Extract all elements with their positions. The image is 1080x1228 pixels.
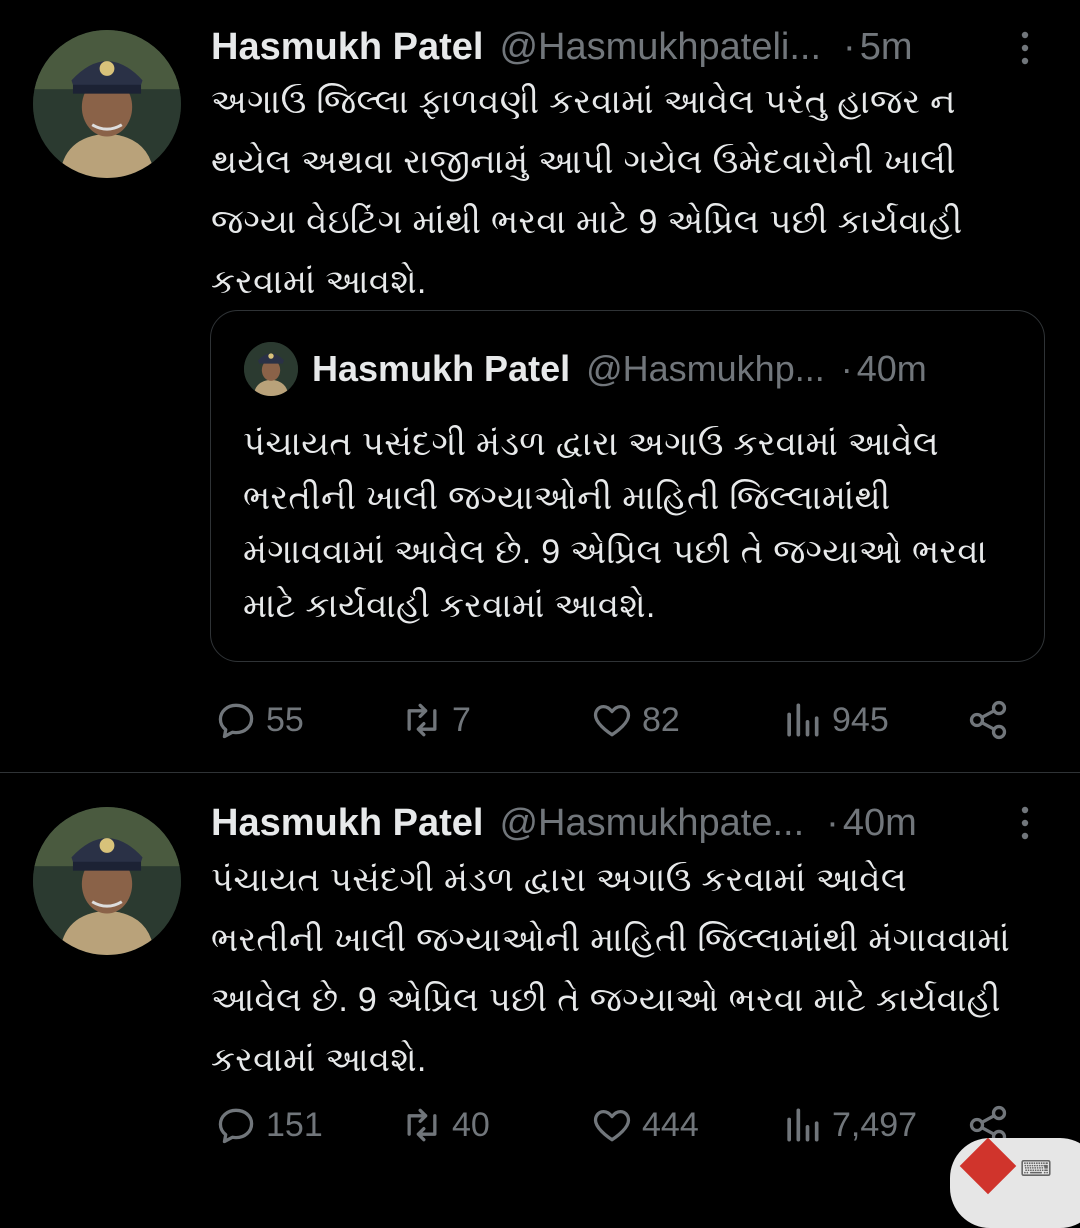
author-handle: @Hasmukhp... [586,348,825,389]
timestamp[interactable]: 40m [843,802,917,845]
timestamp[interactable]: 5m [860,26,913,69]
tweet-text: પંચાયત પસંદગી મંડળ દ્વારા અગાઉ કરવામાં આ… [211,861,1010,1079]
reply-button[interactable]: 151 [214,1100,323,1150]
share-icon [969,700,1007,740]
retweet-count: 40 [452,1105,490,1144]
like-button[interactable]: 82 [590,695,680,745]
views-count: 945 [832,700,889,739]
views-button[interactable]: 945 [780,695,889,745]
views-button[interactable]: 7,497 [780,1100,917,1150]
retweet-icon [407,1108,437,1142]
like-count: 82 [642,700,680,739]
author-name[interactable]: Hasmukh Patel [211,26,483,69]
fab-accent [959,1138,1017,1195]
more-icon[interactable] [1018,805,1032,841]
avatar[interactable] [33,30,181,178]
author-handle[interactable]: @Hasmukhpateli... [499,26,821,69]
avatar[interactable] [33,807,181,955]
heart-icon [593,704,631,737]
views-icon [787,1108,819,1142]
timestamp: 40m [856,348,927,389]
retweet-button[interactable]: 40 [400,1100,490,1150]
quoted-tweet[interactable]: Hasmukh Patel @Hasmukhp... · 40m પંચાયત … [210,310,1045,662]
views-count: 7,497 [832,1105,918,1144]
views-icon [787,703,819,737]
retweet-button[interactable]: 7 [400,695,471,745]
share-button[interactable] [966,695,1010,745]
separator-dot: · [840,348,853,389]
separator-dot: · [843,25,856,68]
tweet-text: અગાઉ જિલ્લા ફાળવણી કરવામાં આવેલ પરંતુ હા… [211,83,963,301]
reply-count: 151 [266,1105,323,1144]
tweet-actions: 151 40 444 7,497 [0,1100,1080,1150]
reply-count: 55 [266,700,304,739]
quote-text: પંચાયત પસંદગી મંડળ દ્વારા અગાઉ કરવામાં આ… [243,425,988,625]
keyboard-icon: ⌨ [1020,1156,1052,1181]
reply-icon [218,703,254,739]
more-icon[interactable] [1018,30,1032,66]
avatar[interactable] [244,342,298,396]
retweet-icon [407,703,437,737]
floating-keyboard-button[interactable]: ⌨ [950,1138,1080,1228]
author-name: Hasmukh Patel [312,348,571,389]
tweet[interactable]: Hasmukh Patel @Hasmukhpate... · 40m પંચા… [0,773,1080,1187]
author-name[interactable]: Hasmukh Patel [211,802,483,845]
tweet-header: Hasmukh Patel @Hasmukhpate... · 40m [211,798,1026,848]
reply-icon [218,1108,254,1144]
quote-header: Hasmukh Patel @Hasmukhp... · 40m [312,345,927,393]
retweet-count: 7 [452,700,471,739]
tweet-header: Hasmukh Patel @Hasmukhpateli... · 5m [211,22,1026,72]
separator-dot: · [826,801,839,844]
like-count: 444 [642,1105,699,1144]
tweet-actions: 55 7 82 945 [0,695,1080,745]
heart-icon [593,1109,631,1142]
author-handle[interactable]: @Hasmukhpate... [499,802,804,845]
reply-button[interactable]: 55 [214,695,304,745]
tweet[interactable]: Hasmukh Patel @Hasmukhpateli... · 5m અગા… [0,0,1080,773]
like-button[interactable]: 444 [590,1100,699,1150]
